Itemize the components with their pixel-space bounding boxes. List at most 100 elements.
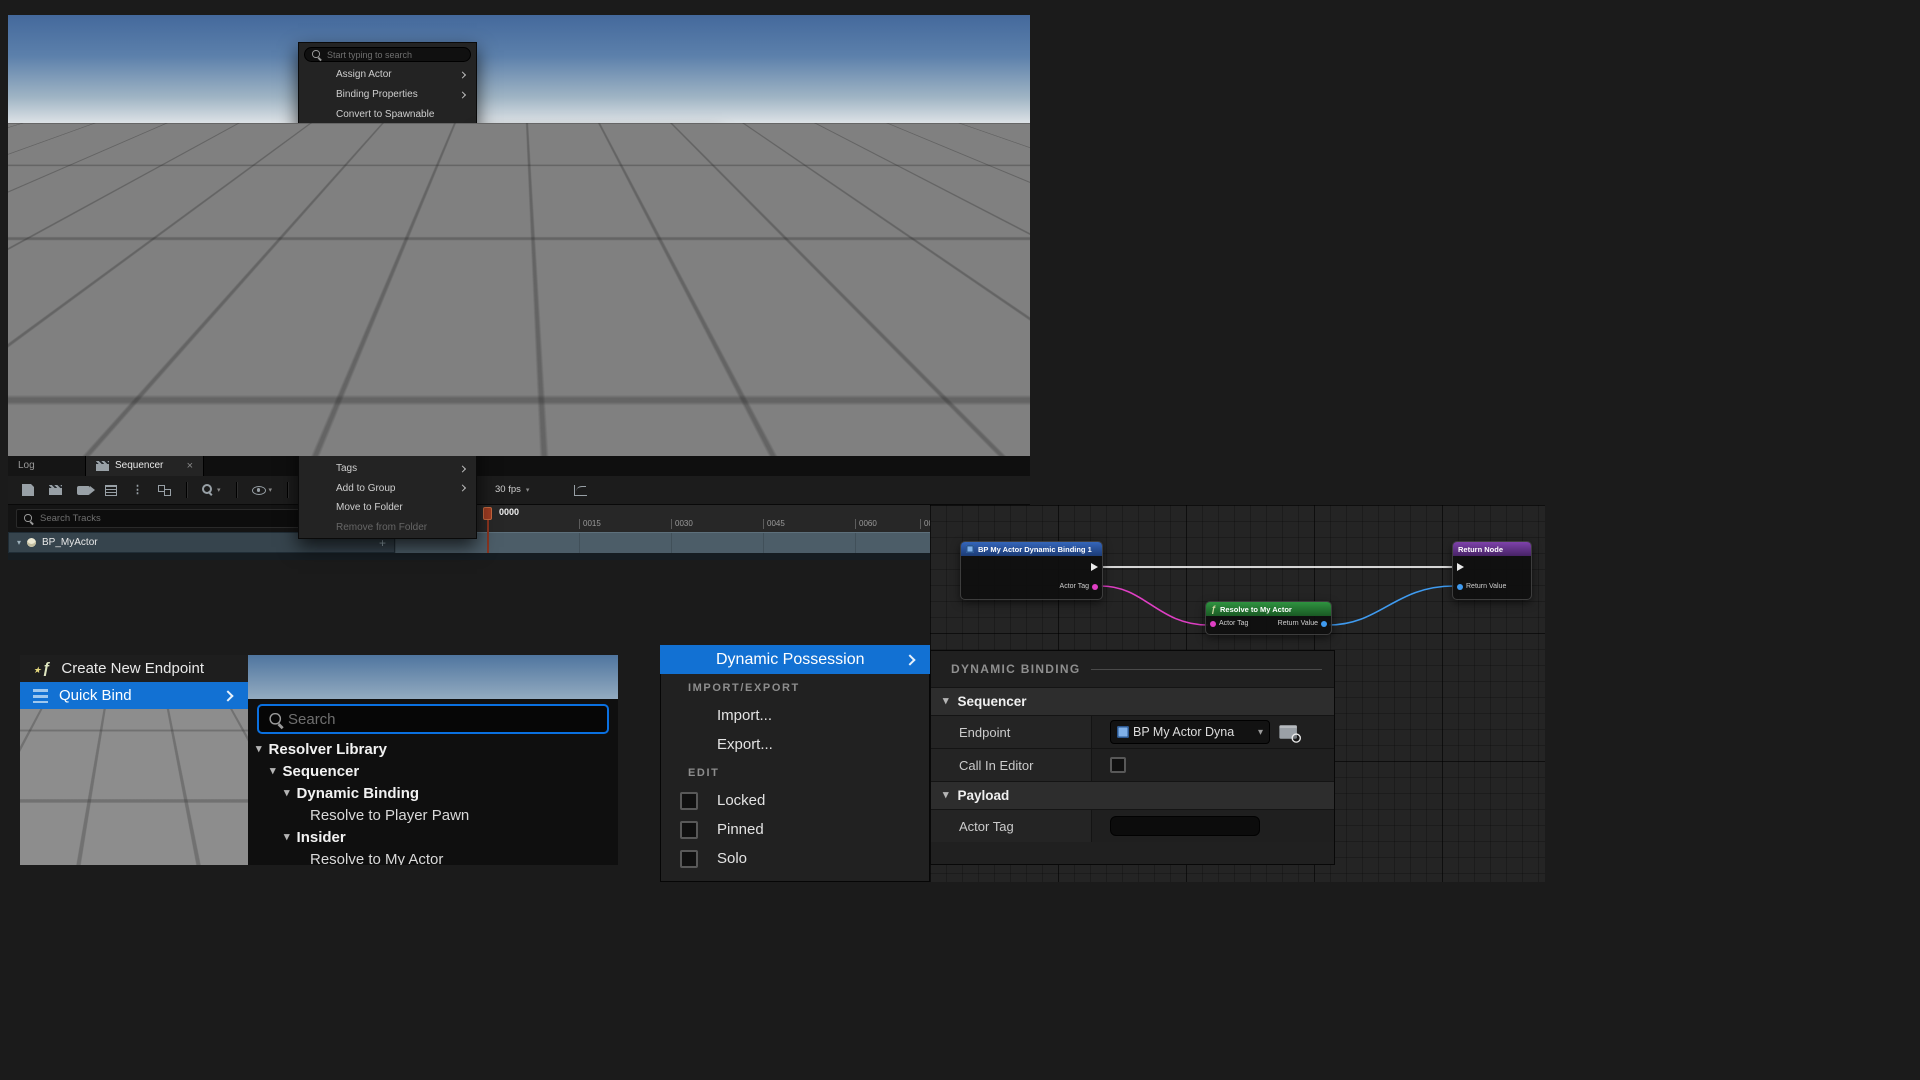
- pin-actor-tag-out[interactable]: Actor Tag: [1060, 583, 1098, 590]
- menu-item-pinned[interactable]: Pinned: [661, 815, 929, 844]
- menu-item-locked[interactable]: Locked: [299, 223, 476, 243]
- pin-return-value-out[interactable]: Return Value: [1278, 620, 1327, 627]
- menu-item-duplicate[interactable]: Duplicate CTRL+D: [299, 360, 476, 380]
- menu-item-locked[interactable]: Locked: [661, 786, 929, 815]
- menu-item-cut[interactable]: ✂ Cut CTRL+X: [299, 301, 476, 321]
- menu-item-export[interactable]: Export...: [299, 183, 476, 203]
- submenu-arrow-icon: [459, 91, 466, 98]
- edit-details-icon[interactable]: [105, 485, 117, 496]
- tree-item-insider[interactable]: ▾ Insider: [248, 826, 618, 848]
- render-movie-icon[interactable]: [49, 485, 62, 495]
- tab-sequencer[interactable]: Sequencer ×: [86, 455, 204, 476]
- menu-search-input[interactable]: [327, 50, 464, 60]
- tree-item-resolver-library[interactable]: ▾ Resolver Library: [248, 738, 618, 760]
- menu-item-create-new-endpoint[interactable]: ★ƒ Create New Endpoint: [20, 655, 248, 682]
- locked-checkbox[interactable]: [680, 792, 698, 810]
- menu-item-create-new-endpoint[interactable]: ★ƒ Create New Endpoint: [587, 194, 733, 213]
- node-resolve-to-my-actor[interactable]: ƒ Resolve to My Actor Actor Tag Return V…: [1205, 601, 1332, 635]
- menu-item-assign-actor[interactable]: Assign Actor: [299, 65, 476, 85]
- actor-tag-pin-icon[interactable]: [1210, 621, 1216, 627]
- create-camera-icon[interactable]: [77, 486, 90, 495]
- menu-item-tags[interactable]: Tags: [299, 459, 476, 479]
- call-in-editor-value-cell: [1091, 749, 1334, 781]
- return-value-pin-icon[interactable]: [1457, 584, 1463, 590]
- menu-item-import[interactable]: Import...: [661, 701, 929, 730]
- locked-checkbox[interactable]: [309, 227, 320, 238]
- node-bp-my-actor-dynamic-binding[interactable]: BP My Actor Dynamic Binding 1 Actor Tag: [960, 541, 1103, 600]
- menu-search-field[interactable]: [304, 47, 471, 62]
- solo-checkbox[interactable]: [309, 266, 320, 277]
- browse-icon[interactable]: [1279, 724, 1299, 740]
- menu-item-remove-from-folder[interactable]: Remove from Folder: [299, 518, 476, 538]
- delete-icon: ×: [338, 405, 350, 414]
- mute-checkbox[interactable]: [309, 286, 320, 297]
- endpoint-dropdown[interactable]: BP My Actor Dyna ▾: [1110, 720, 1270, 744]
- tab-log[interactable]: Log: [8, 455, 86, 476]
- solo-checkbox[interactable]: [680, 850, 698, 868]
- endpoint-label: Endpoint: [931, 716, 1091, 748]
- menu-item-quick-bind[interactable]: Quick Bind: [20, 682, 248, 709]
- pinned-checkbox[interactable]: [309, 247, 320, 258]
- frame-rate-dropdown[interactable]: 30 fps ▾: [490, 482, 534, 497]
- node-return[interactable]: Return Node Return Value: [1452, 541, 1532, 600]
- tree-item-resolve-to-player-pawn[interactable]: Resolve to Player Pawn: [738, 283, 982, 298]
- sequence-tools-icon[interactable]: [158, 485, 171, 496]
- timeline-ruler[interactable]: 0015 0030 0045 0060 00: [398, 505, 930, 533]
- menu-item-quick-bind[interactable]: Quick Bind: [587, 213, 733, 232]
- exec-out-pin[interactable]: [1091, 563, 1098, 571]
- playhead-marker[interactable]: [483, 507, 492, 520]
- node-header: Return Node: [1453, 542, 1531, 556]
- tree-item-sequencer[interactable]: ▾ Sequencer: [738, 253, 982, 268]
- menu-item-delete-and-keep-state[interactable]: × Delete and Keep State: [299, 400, 476, 420]
- menu-item-paste[interactable]: Paste CTRL+V: [299, 341, 476, 361]
- menu-item-solo[interactable]: Solo: [661, 844, 929, 873]
- menu-item-copy[interactable]: Copy CTRL+C: [299, 321, 476, 341]
- save-icon[interactable]: [22, 484, 34, 496]
- actor-tag-input[interactable]: [1110, 816, 1260, 836]
- more-options-icon[interactable]: ⋮: [132, 485, 143, 496]
- menu-item-convert-to-spawnable[interactable]: Convert to Spawnable: [299, 104, 476, 124]
- menu-item-delete[interactable]: × Delete: [299, 380, 476, 400]
- section-sequencer[interactable]: ▾ Sequencer: [478, 145, 721, 164]
- paste-icon: [338, 345, 348, 355]
- quick-bind-search-field[interactable]: [743, 219, 977, 235]
- playback-options-button[interactable]: ▾: [202, 484, 221, 496]
- tree-item-resolve-to-player-pawn[interactable]: Resolve to Player Pawn: [248, 804, 618, 826]
- pin-return-value-in[interactable]: Return Value: [1457, 583, 1506, 590]
- tree-item-dynamic-binding[interactable]: ▾ Dynamic Binding: [248, 782, 618, 804]
- menu-item-mute[interactable]: Mute: [299, 282, 476, 302]
- close-tab-icon[interactable]: ×: [175, 460, 193, 472]
- menu-item-solo[interactable]: Solo: [299, 262, 476, 282]
- pinned-checkbox[interactable]: [680, 821, 698, 839]
- panel-edge: [20, 709, 56, 865]
- tree-item-sequencer[interactable]: ▾ Sequencer: [248, 760, 618, 782]
- menu-item-dynamic-possession[interactable]: Dynamic Possession: [299, 124, 476, 144]
- menu-item-dynamic-possession[interactable]: Dynamic Possession: [660, 645, 930, 674]
- menu-item-add-to-group[interactable]: Add to Group: [299, 478, 476, 498]
- menu-item-import[interactable]: Import...: [299, 163, 476, 183]
- tab-log-label: Log: [18, 460, 35, 471]
- pin-actor-tag-in[interactable]: Actor Tag: [1210, 620, 1248, 627]
- menu-item-rename[interactable]: ✎ Rename F2: [299, 419, 476, 439]
- actor-tag-pin-icon[interactable]: [1092, 584, 1098, 590]
- return-value-pin-icon[interactable]: [1321, 621, 1327, 627]
- tree-item-resolve-to-my-actor[interactable]: Resolve to My Actor: [248, 848, 618, 865]
- quick-bind-search-field[interactable]: [257, 704, 609, 734]
- menu-item-move-to-folder[interactable]: Move to Folder: [299, 498, 476, 518]
- menu-item-pinned[interactable]: Pinned: [299, 242, 476, 262]
- expand-caret-icon[interactable]: ▾: [17, 538, 21, 547]
- quick-bind-search-input[interactable]: [288, 711, 598, 728]
- section-payload[interactable]: ▾ Payload: [931, 781, 1334, 809]
- menu-item-export[interactable]: Export...: [661, 730, 929, 759]
- quick-bind-search-input[interactable]: [765, 222, 971, 232]
- section-sequencer[interactable]: ▾ Sequencer: [931, 687, 1334, 715]
- tree-item-resolver-library[interactable]: ▾ Resolver Library: [738, 238, 982, 253]
- menu-item-binding-properties[interactable]: Binding Properties: [299, 85, 476, 105]
- browse-icon[interactable]: [690, 173, 705, 185]
- curve-editor-icon[interactable]: [574, 485, 587, 496]
- call-in-editor-checkbox[interactable]: [1110, 757, 1126, 773]
- tree-item-dynamic-binding[interactable]: ▾ Dynamic Binding: [738, 268, 982, 283]
- view-options-button[interactable]: ▾: [252, 486, 273, 495]
- exec-in-pin[interactable]: [1457, 563, 1464, 571]
- endpoint-dropdown[interactable]: ƒ Unbound ▾: [586, 170, 682, 187]
